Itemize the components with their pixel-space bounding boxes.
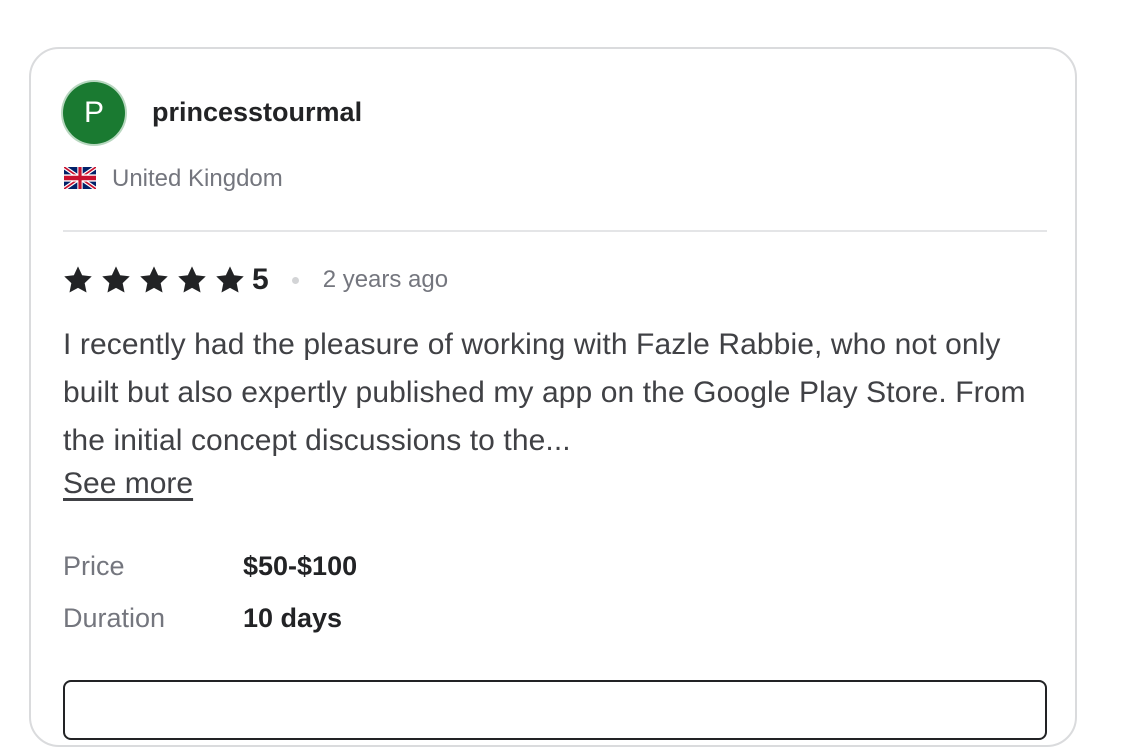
review-text: I recently had the pleasure of working w… xyxy=(63,328,1026,457)
reviewer-username[interactable]: princesstourmal xyxy=(152,97,362,128)
separator-dot xyxy=(291,276,299,284)
duration-value: 10 days xyxy=(243,603,343,633)
star-icon xyxy=(64,266,92,293)
divider xyxy=(63,230,1047,232)
review-card: P princesstourmal United Kingdom 5 2 yea… xyxy=(29,47,1077,747)
reviewer-country: United Kingdom xyxy=(112,165,283,192)
star-icon xyxy=(140,266,168,293)
review-time: 2 years ago xyxy=(322,266,449,293)
star-icon xyxy=(178,266,206,293)
price-value: $50-$100 xyxy=(243,551,358,581)
bottom-action-button[interactable] xyxy=(63,680,1047,740)
see-more-link[interactable]: See more xyxy=(63,467,193,501)
duration-label: Duration xyxy=(63,603,166,633)
rating-row: 5 2 years ago xyxy=(62,264,448,296)
star-icon xyxy=(102,266,130,293)
avatar[interactable]: P xyxy=(63,82,125,144)
uk-flag-icon xyxy=(64,167,96,189)
rating-value: 5 xyxy=(252,263,269,296)
star-icon xyxy=(216,266,244,293)
price-label: Price xyxy=(63,551,125,581)
